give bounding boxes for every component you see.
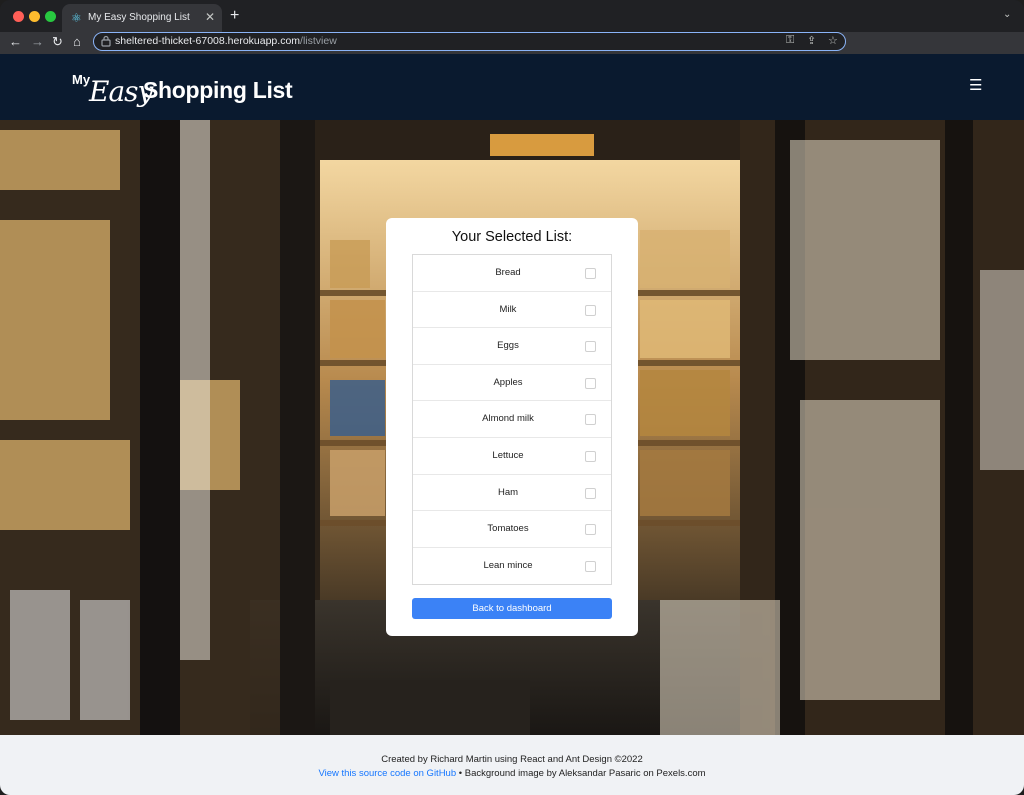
bookmark-star-icon[interactable]: ☆: [828, 34, 838, 47]
new-tab-icon[interactable]: +: [230, 8, 239, 24]
web-page: My Easy Shopping List ☰ Your Selected Li…: [0, 54, 1024, 795]
list-item: Ham: [413, 475, 611, 512]
item-label: Milk: [499, 303, 517, 315]
tab-search-chevron-icon[interactable]: ⌄: [1003, 9, 1011, 20]
item-label: Eggs: [497, 340, 519, 352]
browser-tab-active[interactable]: ⚛ My Easy Shopping List ✕: [62, 4, 222, 32]
footer-image-credit: • Background image by Aleksandar Pasaric…: [456, 768, 706, 779]
item-label: Ham: [497, 486, 519, 498]
footer-links: View this source code on GitHub • Backgr…: [0, 768, 1024, 779]
key-icon[interactable]: ⚿: [786, 34, 794, 47]
maximize-window-button[interactable]: [45, 11, 56, 22]
home-icon[interactable]: ⌂: [73, 34, 81, 50]
list-item: Milk: [413, 292, 611, 329]
list-item: Lean mince: [413, 548, 611, 585]
forward-arrow-icon[interactable]: →: [31, 34, 44, 50]
react-icon: ⚛: [71, 11, 82, 25]
tab-bar: ⚛ My Easy Shopping List ✕ + ⌄: [0, 0, 1024, 32]
close-window-button[interactable]: [13, 11, 24, 22]
list-item: Eggs: [413, 328, 611, 365]
url-host: sheltered-thicket-67008.herokuapp.com: [115, 35, 301, 47]
close-tab-icon[interactable]: ✕: [205, 10, 215, 24]
url-text[interactable]: sheltered-thicket-67008.herokuapp.com/li…: [115, 35, 337, 47]
item-label: Tomatoes: [487, 523, 529, 535]
item-label: Lettuce: [492, 449, 524, 461]
list-item: Almond milk: [413, 401, 611, 438]
url-path: /listview: [300, 35, 337, 47]
list-item: Lettuce: [413, 438, 611, 475]
browser-toolbar: ← → ↻ ⌂ sheltered-thicket-67008.herokuap…: [0, 32, 1024, 54]
shopping-list: Bread Milk Eggs Apples Almond milk Lettu…: [412, 254, 612, 586]
item-label: Apples: [493, 376, 523, 388]
item-checkbox[interactable]: [585, 304, 596, 316]
reload-icon[interactable]: ↻: [52, 34, 63, 50]
app-header: My Easy Shopping List ☰: [0, 54, 1024, 120]
list-item: Tomatoes: [413, 511, 611, 548]
address-bar[interactable]: sheltered-thicket-67008.herokuapp.com/li…: [93, 32, 846, 51]
item-checkbox[interactable]: [585, 414, 596, 426]
browser-window: ⚛ My Easy Shopping List ✕ + ⌄ ← → ↻ ⌂ sh…: [0, 0, 1024, 795]
share-icon[interactable]: ⇪: [807, 34, 816, 47]
background-image: Your Selected List: Bread Milk Eggs Appl…: [0, 120, 1024, 735]
list-item: Bread: [413, 255, 611, 292]
card-title: Your Selected List:: [451, 229, 573, 245]
item-label: Almond milk: [482, 413, 534, 425]
minimize-window-button[interactable]: [29, 11, 40, 22]
item-label: Lean mince: [483, 559, 533, 571]
selected-list-card: Your Selected List: Bread Milk Eggs Appl…: [386, 218, 638, 636]
item-checkbox[interactable]: [585, 268, 596, 279]
logo-my: My: [72, 72, 91, 87]
footer-credit: Created by Richard Martin using React an…: [381, 754, 643, 765]
item-checkbox[interactable]: [585, 341, 596, 353]
tab-title: My Easy Shopping List: [88, 12, 190, 23]
back-arrow-icon[interactable]: ←: [9, 34, 22, 50]
item-checkbox[interactable]: [585, 450, 596, 462]
item-label: Bread: [495, 267, 521, 278]
item-checkbox[interactable]: [585, 377, 596, 389]
page-footer: Created by Richard Martin using React an…: [0, 735, 1024, 795]
item-checkbox[interactable]: [585, 487, 596, 499]
item-checkbox[interactable]: [585, 560, 596, 572]
back-to-dashboard-button[interactable]: Back to dashboard: [412, 598, 612, 619]
list-item: Apples: [413, 365, 611, 402]
github-source-link[interactable]: View this source code on GitHub: [318, 768, 456, 779]
hamburger-menu-icon[interactable]: ☰: [969, 78, 982, 93]
item-checkbox[interactable]: [585, 524, 596, 536]
site-info-icon[interactable]: [101, 35, 111, 47]
logo-shopping-list: Shopping List: [143, 77, 293, 103]
